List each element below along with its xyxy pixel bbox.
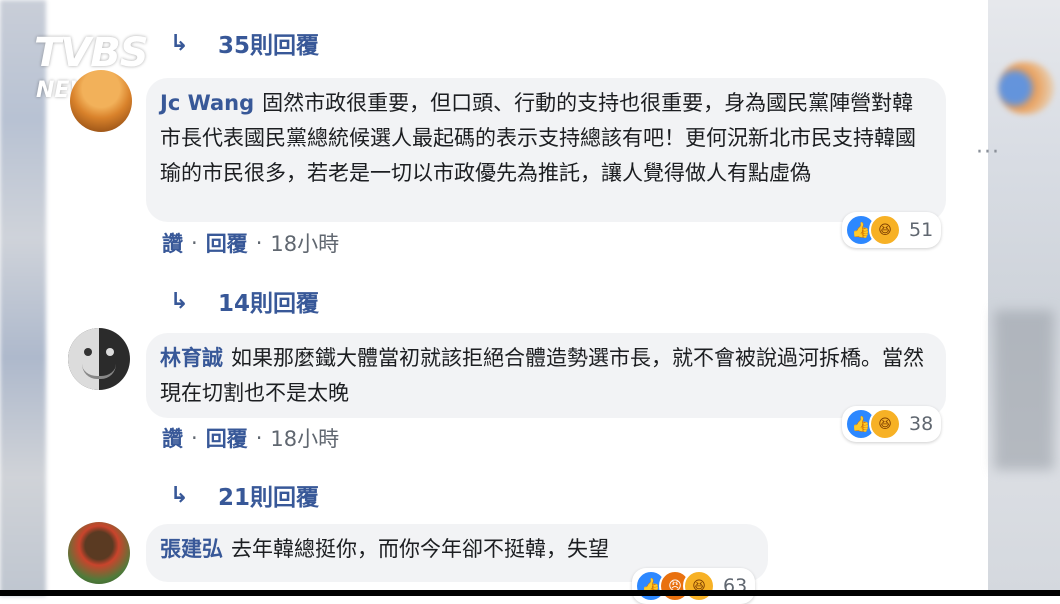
like-button[interactable]: 讚	[162, 423, 183, 453]
video-frame-edge	[0, 590, 1060, 596]
avatar[interactable]	[70, 70, 132, 132]
reply-button[interactable]: 回覆	[206, 423, 248, 453]
reply-button[interactable]: 回覆	[206, 228, 248, 258]
separator: ·	[255, 426, 263, 450]
haha-reaction-icon: 😆	[683, 570, 715, 602]
reactions-summary[interactable]: 👍 😆 38	[842, 406, 942, 442]
comment-text: 固然市政很重要，但口頭、行動的支持也很重要，身為國民黨陣營對韓市長代表國民黨總統…	[160, 91, 916, 185]
background-blur-right: ···	[976, 0, 1060, 596]
separator: ·	[255, 231, 263, 255]
haha-reaction-icon: 😆	[869, 214, 901, 246]
more-options-icon[interactable]: ···	[976, 140, 1000, 165]
reactions-summary[interactable]: 👍 😠 😆 63	[632, 568, 756, 604]
reaction-count: 38	[909, 413, 934, 435]
comment-timestamp[interactable]: 18小時	[270, 228, 339, 258]
comment-author[interactable]: 張建弘	[160, 537, 223, 561]
replies-count-label: 14則回覆	[218, 291, 320, 317]
comment-bubble: 林育誠 如果那麼鐵大體當初就該拒絕合體造勢選市長，就不會被說過河拆橋。當然現在切割…	[146, 333, 946, 418]
like-button[interactable]: 讚	[162, 228, 183, 258]
comment-author[interactable]: Jc Wang	[160, 91, 254, 115]
separator: ·	[191, 426, 198, 450]
reply-arrow-icon: ↳	[170, 288, 189, 314]
comment-bubble: Jc Wang 固然市政很重要，但口頭、行動的支持也很重要，身為國民黨陣營對韓市長…	[146, 78, 946, 222]
separator: ·	[191, 231, 198, 255]
blurred-avatar	[998, 62, 1054, 114]
reply-arrow-icon: ↳	[170, 482, 189, 508]
replies-count-label: 35則回覆	[218, 33, 320, 59]
comment-timestamp[interactable]: 18小時	[270, 423, 339, 453]
comment-actions: 讚 · 回覆 · 18小時	[162, 423, 339, 453]
comment-actions: 讚 · 回覆 · 18小時	[162, 228, 339, 258]
comment-text: 去年韓總挺你，而你今年卻不挺韓，失望	[231, 537, 609, 561]
logo-tvbs-text: TVBS	[34, 30, 149, 76]
comment-text: 如果那麼鐵大體當初就該拒絕合體造勢選市長，就不會被說過河拆橋。當然現在切割也不是…	[160, 346, 924, 405]
reactions-summary[interactable]: 👍 😆 51	[842, 212, 942, 248]
replies-count-label: 21則回覆	[218, 485, 320, 511]
haha-reaction-icon: 😆	[869, 408, 901, 440]
reply-arrow-icon: ↳	[170, 30, 189, 56]
blurred-content	[994, 310, 1054, 470]
view-replies-link[interactable]: ↳ 35則回覆	[170, 26, 319, 60]
avatar[interactable]	[68, 522, 130, 584]
view-replies-link[interactable]: ↳ 14則回覆	[170, 284, 319, 318]
view-replies-link[interactable]: ↳ 21則回覆	[170, 478, 319, 512]
comment-author[interactable]: 林育誠	[160, 346, 223, 370]
avatar[interactable]	[68, 328, 130, 390]
reaction-count: 51	[909, 219, 934, 241]
